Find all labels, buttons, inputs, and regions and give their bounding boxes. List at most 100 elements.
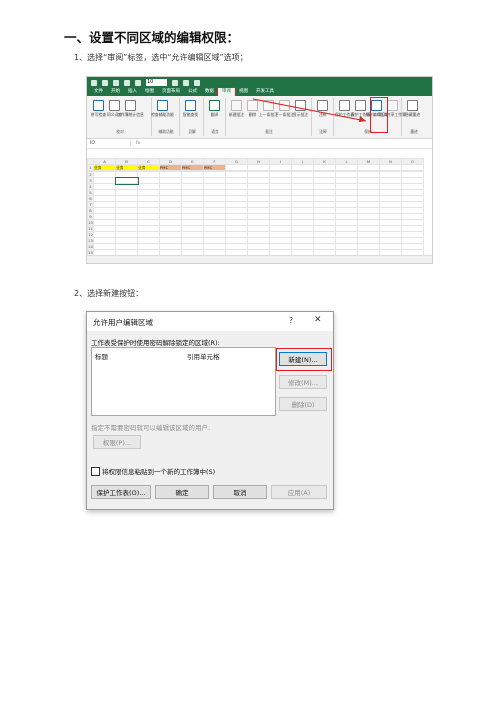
tab-insert[interactable]: 插入 [124, 88, 141, 96]
cell[interactable] [357, 164, 380, 171]
tab-page-layout[interactable]: 页面布局 [158, 88, 184, 96]
next-comment-button[interactable]: 下一条批注 [275, 100, 294, 117]
paste-permissions-checkbox[interactable] [91, 467, 100, 476]
row-header[interactable]: 11 [87, 225, 94, 232]
delete-button[interactable]: 删除(D) [279, 397, 327, 411]
smart-lookup-button[interactable]: 智能查找 [183, 100, 198, 117]
help-icon[interactable]: ? [289, 316, 293, 325]
group-accessibility: 检查辅助功能 辅助功能 [151, 98, 180, 136]
undo-icon[interactable] [102, 79, 108, 86]
tab-review[interactable]: 审阅 [217, 87, 236, 97]
dialog-title-bar: 允许用户编辑区域 ? ✕ [87, 312, 333, 331]
row-header[interactable]: 13 [87, 237, 94, 244]
tab-draw[interactable]: 绘图 [141, 88, 158, 96]
delete-comment-button[interactable]: 删除 [246, 100, 259, 117]
permissions-button[interactable]: 权限(P)... [93, 435, 141, 449]
cell[interactable]: PMC [181, 164, 204, 171]
table-row: 1 业务 业务 业务 PMC PMC PMC [87, 164, 424, 171]
cell[interactable] [247, 164, 270, 171]
cell[interactable] [379, 164, 402, 171]
highlight-new-button [276, 348, 332, 371]
ok-button[interactable]: 确定 [155, 485, 209, 499]
merge-icon[interactable] [183, 79, 189, 86]
group-comments: 新建批注 删除 上一条批注 下一条批注 显示批注 批注 [227, 98, 312, 136]
prev-comment-button[interactable]: 上一条批注 [259, 100, 278, 117]
cell[interactable]: 业务 [93, 164, 116, 171]
ranges-list[interactable]: 标题 引用单元格 [91, 347, 276, 416]
tab-data[interactable]: 数据 [201, 88, 218, 96]
empty-rows: 2345678910111213141516 [87, 171, 424, 262]
next-icon [279, 100, 290, 111]
group-label: 注释 [319, 129, 327, 134]
protect-sheet-button[interactable]: 保护工作表 [335, 100, 354, 117]
apply-button[interactable]: 应用(A) [271, 485, 327, 499]
cell[interactable] [291, 164, 314, 171]
area-label: 工作表受保护时使用密码解除锁定的区域(R): [91, 339, 220, 347]
cell[interactable]: PMC [203, 164, 226, 171]
row-header[interactable]: 12 [87, 231, 94, 238]
workbook-lock-icon [355, 100, 366, 111]
cell[interactable]: 业务 [115, 164, 138, 171]
sheet-grid: A B C D E F G H I J K L M N O 1 业务 业务 业务 [87, 158, 424, 262]
sheet-tab-bar [87, 255, 432, 263]
step-1-text: 1、选择“审阅”标签，选中“允许编辑区域”选项； [74, 53, 248, 62]
delete-icon [247, 100, 258, 111]
notes-button[interactable]: 注释 [316, 100, 329, 117]
hide-ink-button[interactable]: 隐藏墨迹 [405, 100, 420, 117]
cell[interactable] [269, 164, 292, 171]
font-color-icon[interactable] [135, 79, 141, 86]
group-label: 见解 [188, 129, 196, 134]
tab-view[interactable]: 视图 [235, 88, 252, 96]
review-ribbon: 拼写检查 同义词库 工作簿统计信息 校对 检查辅助功能 辅助功能 智能查找 见解… [87, 96, 432, 139]
cell[interactable] [401, 164, 424, 171]
row-header[interactable]: 10 [87, 219, 94, 226]
excel-screenshot: 10 文件 开始 插入 绘图 页面布局 公式 数据 审阅 视图 开发工具 拼写检… [86, 76, 433, 264]
note-icon [317, 100, 328, 111]
page-heading: 一、设置不同区域的编辑权限： [64, 30, 240, 45]
spelling-button[interactable]: 拼写检查 [91, 100, 106, 117]
step-2-text: 2、选择新建按钮： [74, 289, 144, 298]
cancel-button[interactable]: 取消 [213, 485, 267, 499]
workbook-stats-button[interactable]: 工作簿统计信息 [117, 100, 144, 117]
group-label: 语言 [211, 129, 219, 134]
font-size-box[interactable]: 10 [146, 79, 167, 86]
tab-developer[interactable]: 开发工具 [252, 88, 278, 96]
cell[interactable]: PMC [159, 164, 182, 171]
group-ink: 隐藏墨迹 墨迹 [403, 98, 425, 136]
modify-button[interactable]: 修改(M)... [279, 375, 327, 389]
group-label: 辅助功能 [158, 129, 174, 134]
group-label: 保护 [364, 129, 372, 134]
no-password-label: 指定不需要密码就可以编辑该区域的用户: [91, 424, 211, 432]
border-icon[interactable] [172, 79, 178, 86]
tab-formulas[interactable]: 公式 [184, 88, 201, 96]
cell[interactable] [313, 164, 336, 171]
show-comments-button[interactable]: 显示批注 [293, 100, 308, 117]
row-header[interactable]: 14 [87, 243, 94, 250]
fx-icon[interactable]: fx [131, 141, 140, 146]
ink-icon [407, 100, 418, 111]
close-icon[interactable]: ✕ [314, 315, 322, 325]
dialog-title: 允许用户编辑区域 [93, 318, 153, 327]
translate-button[interactable]: 翻译 [208, 100, 221, 117]
group-insights: 智能查找 见解 [181, 98, 204, 136]
group-label: 墨迹 [410, 129, 418, 134]
new-comment-button[interactable]: 新建批注 [229, 100, 244, 117]
group-label: 校对 [116, 129, 124, 134]
tab-home[interactable]: 开始 [107, 88, 124, 96]
check-accessibility-button[interactable]: 检查辅助功能 [151, 100, 174, 117]
column-title: 标题 [95, 353, 108, 361]
cell[interactable] [335, 164, 358, 171]
tab-file[interactable]: 文件 [90, 88, 107, 96]
sheet-lock-icon [339, 100, 350, 111]
protect-sheet-button[interactable]: 保护工作表(O)... [91, 485, 151, 499]
quick-access-toolbar: 10 [87, 77, 432, 88]
show-comments-icon [295, 100, 306, 111]
group-protect: 保护工作表 保护工作簿 允许编辑区域 取消共享工作簿 保护 [335, 98, 406, 136]
cell[interactable]: 业务 [137, 164, 160, 171]
align-icon[interactable] [194, 79, 200, 86]
name-box[interactable]: IO [87, 141, 131, 146]
redo-icon[interactable] [113, 79, 119, 86]
cell[interactable] [225, 164, 248, 171]
format-icon[interactable] [124, 79, 130, 86]
save-icon[interactable] [91, 79, 97, 86]
